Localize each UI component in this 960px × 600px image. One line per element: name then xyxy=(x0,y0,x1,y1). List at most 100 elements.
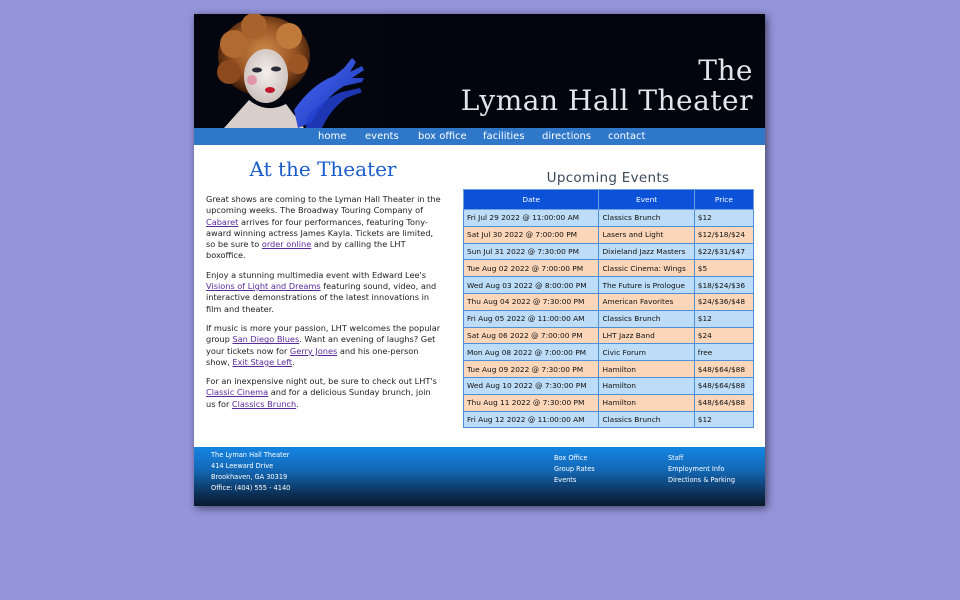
main-nav: home events box office facilities direct… xyxy=(194,128,765,145)
table-row: Wed Aug 03 2022 @ 8:00:00 PM The Future i… xyxy=(462,276,755,294)
footer-link-events[interactable]: Events xyxy=(554,475,576,486)
footer-link-directions[interactable]: Directions & Parking xyxy=(668,475,735,486)
event-name: Hamilton xyxy=(598,393,695,412)
performer-photo xyxy=(194,14,384,128)
event-date: Wed Aug 03 2022 @ 8:00:00 PM xyxy=(462,276,600,294)
table-row: Thu Aug 04 2022 @ 7:30:00 PM American Fav… xyxy=(462,292,755,311)
event-price: $48/$64/$88 xyxy=(693,360,755,378)
page-container: The Lyman Hall Theater home events box o… xyxy=(194,14,765,506)
events-heading: Upcoming Events xyxy=(546,170,670,186)
footer-address: The Lyman Hall Theater 414 Leeward Drive… xyxy=(211,450,290,494)
footer-link-employment[interactable]: Employment Info xyxy=(668,464,724,475)
site-title-line1: The xyxy=(698,54,753,87)
table-row: Tue Aug 09 2022 @ 7:30:00 PM Hamilton $48/… xyxy=(462,360,755,378)
table-row: Fri Aug 12 2022 @ 11:00:00 AM Classics Br… xyxy=(462,410,755,429)
paragraph-cabaret: Great shows are coming to the Lyman Hall… xyxy=(206,194,442,262)
events-table: Date Event Price Fri Jul 29 2022 @ 11:00… xyxy=(462,189,755,429)
event-name: Lasers and Light xyxy=(598,225,695,244)
text: Enjoy a stunning multimedia event with E… xyxy=(206,269,427,280)
nav-box-office[interactable]: box office xyxy=(418,129,467,144)
site-title: The Lyman Hall Theater xyxy=(461,56,753,116)
event-date: Fri Jul 29 2022 @ 11:00:00 AM xyxy=(462,209,600,227)
event-name: Classics Brunch xyxy=(598,309,695,328)
footer-street: 414 Leeward Drive xyxy=(211,461,274,470)
nav-home[interactable]: home xyxy=(318,129,346,144)
col-header-event: Event xyxy=(598,189,695,210)
link-classics-brunch[interactable]: Classics Brunch xyxy=(232,399,296,409)
link-cabaret[interactable]: Cabaret xyxy=(206,217,238,227)
event-date: Tue Aug 09 2022 @ 7:30:00 PM xyxy=(462,360,600,378)
event-date: Sat Aug 06 2022 @ 7:00:00 PM xyxy=(462,326,600,345)
paragraph-music: If music is more your passion, LHT welco… xyxy=(206,323,442,368)
link-classic-cinema[interactable]: Classic Cinema xyxy=(206,387,268,397)
footer-city: Brookhaven, GA 30319 xyxy=(211,472,288,481)
paragraph-visions: Enjoy a stunning multimedia event with E… xyxy=(206,270,442,315)
event-price: $48/$64/$88 xyxy=(693,393,755,412)
footer-phone: Office: (404) 555 - 4140 xyxy=(211,483,291,492)
event-name: Hamilton xyxy=(598,376,695,395)
event-name: Classics Brunch xyxy=(598,410,695,429)
link-exit-stage-left[interactable]: Exit Stage Left xyxy=(232,357,292,367)
event-date: Mon Aug 08 2022 @ 7:00:00 PM xyxy=(462,343,600,362)
event-name: American Favorites xyxy=(598,292,695,311)
event-price: $12/$18/$24 xyxy=(693,225,755,244)
text: . xyxy=(292,356,295,367)
table-row: Sun Jul 31 2022 @ 7:30:00 PM Dixieland Ja… xyxy=(462,242,755,261)
event-name: Civic Forum xyxy=(598,343,695,362)
footer-link-box-office[interactable]: Box Office xyxy=(554,453,588,464)
col-header-date: Date xyxy=(462,189,600,210)
event-price: free xyxy=(693,343,755,362)
event-date: Sun Jul 31 2022 @ 7:30:00 PM xyxy=(462,242,600,261)
event-price: $12 xyxy=(693,209,755,227)
nav-contact[interactable]: contact xyxy=(608,129,645,144)
table-row: Mon Aug 08 2022 @ 7:00:00 PM Civic Forum f… xyxy=(462,343,755,362)
table-row: Sat Jul 30 2022 @ 7:00:00 PM Lasers and L… xyxy=(462,225,755,244)
link-gerry-jones[interactable]: Gerry Jones xyxy=(290,346,337,356)
footer-link-group-rates[interactable]: Group Rates xyxy=(554,464,595,475)
table-row: Fri Jul 29 2022 @ 11:00:00 AM Classics Br… xyxy=(462,209,755,227)
paragraph-cinema: For an inexpensive night out, be sure to… xyxy=(206,376,442,410)
footer-link-staff[interactable]: Staff xyxy=(668,453,683,464)
event-date: Wed Aug 10 2022 @ 7:30:00 PM xyxy=(462,376,600,395)
col-header-price: Price xyxy=(693,189,755,210)
event-name: Hamilton xyxy=(598,360,695,378)
events-header-row: Date Event Price xyxy=(462,189,755,210)
event-price: $24 xyxy=(693,326,755,345)
event-name: LHT Jazz Band xyxy=(598,326,695,345)
event-date: Thu Aug 04 2022 @ 7:30:00 PM xyxy=(462,292,600,311)
nav-directions[interactable]: directions xyxy=(542,129,591,144)
site-header: The Lyman Hall Theater xyxy=(194,14,765,128)
event-price: $12 xyxy=(693,410,755,429)
table-row: Thu Aug 11 2022 @ 7:30:00 PM Hamilton $48/… xyxy=(462,393,755,412)
text: Great shows are coming to the Lyman Hall… xyxy=(206,194,441,216)
main-content: Great shows are coming to the Lyman Hall… xyxy=(206,194,442,418)
table-row: Tue Aug 02 2022 @ 7:00:00 PM Classic Cine… xyxy=(462,259,755,278)
event-date: Sat Jul 30 2022 @ 7:00:00 PM xyxy=(462,225,600,244)
event-name: Classics Brunch xyxy=(598,209,695,227)
site-title-line2: Lyman Hall Theater xyxy=(460,84,753,117)
link-san-diego-blues[interactable]: San Diego Blues xyxy=(232,334,299,344)
event-name: The Future is Prologue xyxy=(598,276,695,294)
event-price: $12 xyxy=(693,309,755,328)
nav-events[interactable]: events xyxy=(365,129,399,144)
event-price: $48/$64/$88 xyxy=(693,376,755,395)
event-price: $22/$31/$47 xyxy=(693,242,755,261)
event-price: $24/$36/$48 xyxy=(693,292,755,311)
event-price: $5 xyxy=(693,259,755,278)
table-row: Wed Aug 10 2022 @ 7:30:00 PM Hamilton $48/… xyxy=(462,376,755,395)
link-visions[interactable]: Visions of Light and Dreams xyxy=(206,281,321,291)
footer-org-name: The Lyman Hall Theater xyxy=(211,451,290,459)
nav-facilities[interactable]: facilities xyxy=(483,129,525,144)
text: For an inexpensive night out, be sure to… xyxy=(206,376,437,387)
event-date: Tue Aug 02 2022 @ 7:00:00 PM xyxy=(462,259,600,278)
event-date: Thu Aug 11 2022 @ 7:30:00 PM xyxy=(462,393,600,412)
link-order-online[interactable]: order online xyxy=(262,239,311,249)
table-row: Sat Aug 06 2022 @ 7:00:00 PM LHT Jazz Ban… xyxy=(462,326,755,345)
event-name: Classic Cinema: Wings xyxy=(598,259,695,278)
event-date: Fri Aug 12 2022 @ 11:00:00 AM xyxy=(462,410,600,429)
table-row: Fri Aug 05 2022 @ 11:00:00 AM Classics Br… xyxy=(462,309,755,328)
site-footer: The Lyman Hall Theater 414 Leeward Drive… xyxy=(194,447,765,506)
page-heading: At the Theater xyxy=(249,157,397,181)
event-name: Dixieland Jazz Masters xyxy=(598,242,695,261)
event-price: $18/$24/$36 xyxy=(693,276,755,294)
